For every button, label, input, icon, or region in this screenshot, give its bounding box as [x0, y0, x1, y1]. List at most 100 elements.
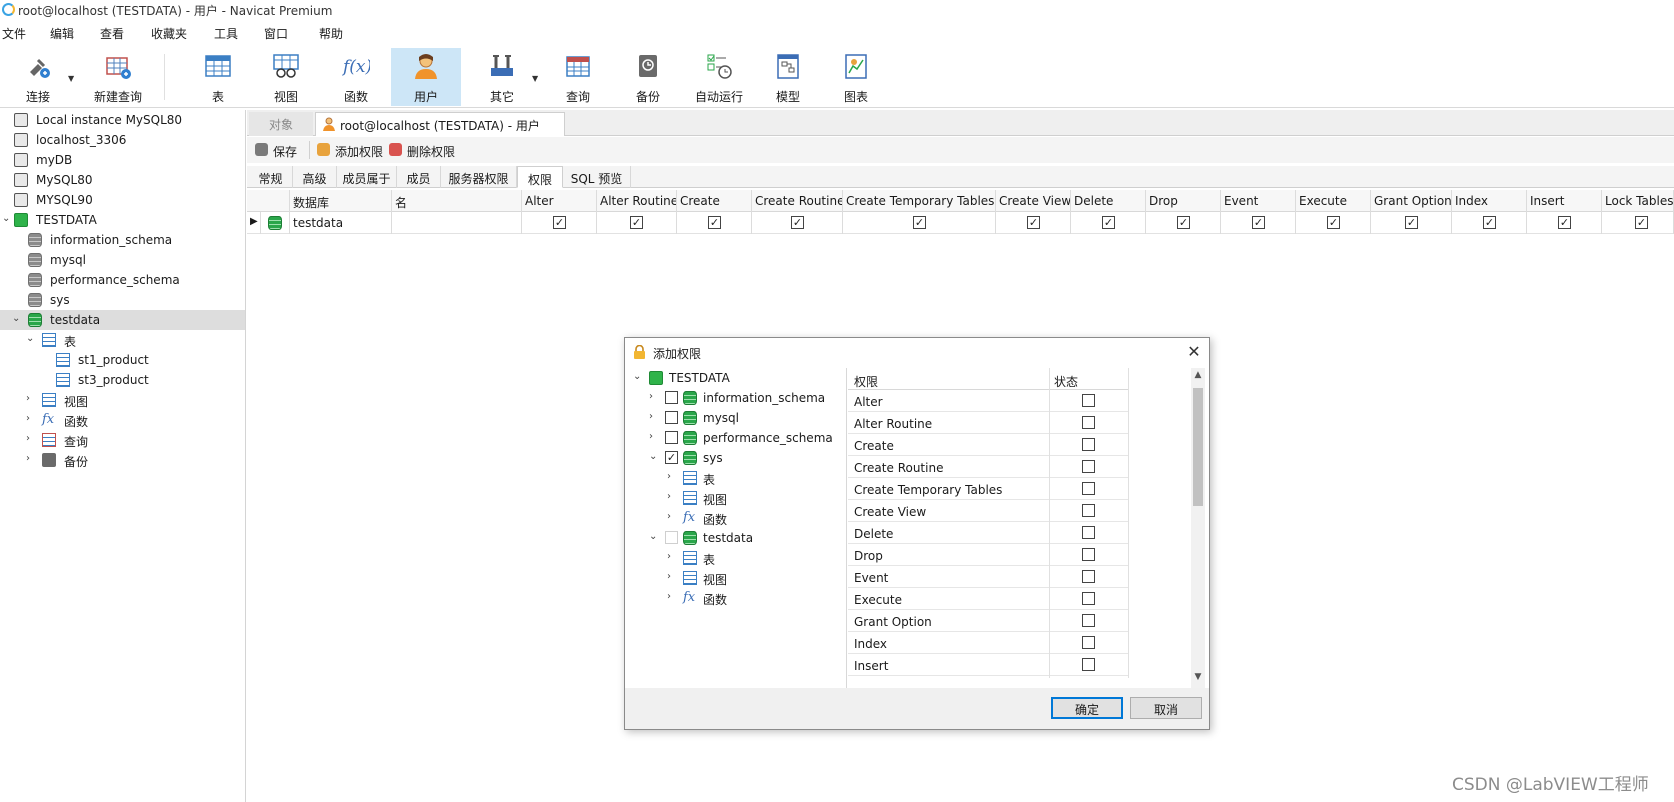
nav-queries-group[interactable]: › 查询: [0, 430, 245, 450]
chevron-right-icon[interactable]: ›: [667, 512, 677, 522]
nav-backups-group[interactable]: › 备份: [0, 450, 245, 470]
privilege-list-scrollbar[interactable]: ▲ ▼: [1191, 368, 1205, 688]
chevron-right-icon[interactable]: ›: [667, 492, 677, 502]
tab-advanced[interactable]: 高级: [293, 166, 337, 188]
privilege-row[interactable]: Alter Routine: [848, 412, 1128, 434]
column-header[interactable]: Delete: [1071, 190, 1146, 212]
add-privilege-button[interactable]: 添加权限: [335, 143, 383, 160]
privilege-row[interactable]: Create: [848, 434, 1128, 456]
chevron-down-icon[interactable]: ⌄: [649, 532, 659, 542]
privilege-status-checkbox[interactable]: [1082, 548, 1095, 561]
column-header[interactable]: Alter: [522, 190, 597, 212]
privilege-status-checkbox[interactable]: [1082, 614, 1095, 627]
tab-member-of[interactable]: 成员属于: [337, 166, 397, 188]
column-header[interactable]: Index: [1452, 190, 1527, 212]
privilege-status-checkbox[interactable]: [1082, 658, 1095, 671]
connect-dropdown-icon[interactable]: ▼: [68, 74, 74, 83]
privilege-checkbox[interactable]: ✓: [1635, 216, 1648, 229]
privilege-checkbox[interactable]: ✓: [630, 216, 643, 229]
nav-table[interactable]: st3_product: [0, 370, 245, 390]
chevron-right-icon[interactable]: ›: [667, 592, 677, 602]
status-column-header[interactable]: 状态: [1054, 373, 1078, 390]
privilege-status-checkbox[interactable]: [1082, 460, 1095, 473]
menu-edit[interactable]: 编辑: [50, 25, 74, 42]
scroll-down-icon[interactable]: ▼: [1191, 672, 1205, 686]
privilege-row[interactable]: Create Temporary Tables: [848, 478, 1128, 500]
chevron-right-icon[interactable]: ›: [649, 412, 659, 422]
privilege-status-checkbox[interactable]: [1082, 394, 1095, 407]
privilege-checkbox[interactable]: ✓: [1483, 216, 1496, 229]
toolbar-others-button[interactable]: 其它: [474, 48, 530, 106]
delete-privilege-button[interactable]: 删除权限: [407, 143, 455, 160]
nav-connection[interactable]: Local instance MySQL80: [0, 110, 245, 130]
tree-child[interactable]: › 表: [629, 548, 847, 568]
nav-database[interactable]: information_schema: [0, 230, 245, 250]
column-header[interactable]: Drop: [1146, 190, 1221, 212]
chevron-right-icon[interactable]: ›: [26, 414, 36, 424]
chevron-down-icon[interactable]: ⌄: [12, 314, 22, 324]
privilege-row[interactable]: Create View: [848, 500, 1128, 522]
privilege-checkbox[interactable]: ✓: [913, 216, 926, 229]
menu-help[interactable]: 帮助: [319, 25, 343, 42]
chevron-right-icon[interactable]: ›: [667, 572, 677, 582]
privilege-row[interactable]: Insert: [848, 654, 1128, 676]
toolbar-new-query-button[interactable]: 新建查询: [84, 48, 152, 106]
tab-sql-preview[interactable]: SQL 预览: [563, 166, 631, 188]
ok-button[interactable]: 确定: [1051, 697, 1123, 719]
tree-child[interactable]: › fx 函数: [629, 588, 847, 608]
column-header[interactable]: Insert: [1527, 190, 1602, 212]
nav-connection-testdata[interactable]: ⌄ TESTDATA: [0, 210, 245, 230]
privilege-row[interactable]: Create Routine: [848, 456, 1128, 478]
tree-database[interactable]: › performance_schema: [629, 428, 847, 448]
cell-database[interactable]: testdata: [290, 212, 392, 234]
toolbar-table-button[interactable]: 表: [190, 48, 246, 106]
privilege-checkbox[interactable]: ✓: [791, 216, 804, 229]
nav-connection[interactable]: MySQL80: [0, 170, 245, 190]
chevron-right-icon[interactable]: ›: [649, 432, 659, 442]
database-checkbox[interactable]: [665, 391, 678, 404]
privilege-status-checkbox[interactable]: [1082, 592, 1095, 605]
nav-functions-group[interactable]: › fx 函数: [0, 410, 245, 430]
chevron-right-icon[interactable]: ›: [667, 552, 677, 562]
nav-table[interactable]: st1_product: [0, 350, 245, 370]
others-dropdown-icon[interactable]: ▼: [532, 74, 538, 83]
nav-tables-group[interactable]: ⌄ 表: [0, 330, 245, 350]
chevron-down-icon[interactable]: ⌄: [649, 452, 659, 462]
chevron-right-icon[interactable]: ›: [667, 472, 677, 482]
privilege-status-checkbox[interactable]: [1082, 416, 1095, 429]
tree-child[interactable]: › 视图: [629, 568, 847, 588]
privilege-checkbox[interactable]: ✓: [708, 216, 721, 229]
database-checkbox[interactable]: [665, 431, 678, 444]
nav-connection[interactable]: localhost_3306: [0, 130, 245, 150]
column-header[interactable]: Lock Tables: [1602, 190, 1674, 212]
privilege-checkbox[interactable]: ✓: [1327, 216, 1340, 229]
tab-server-privileges[interactable]: 服务器权限: [441, 166, 517, 188]
menu-window[interactable]: 窗口: [264, 25, 288, 42]
nav-connection[interactable]: myDB: [0, 150, 245, 170]
tree-database[interactable]: › mysql: [629, 408, 847, 428]
privilege-status-checkbox[interactable]: [1082, 570, 1095, 583]
tree-root[interactable]: ⌄ TESTDATA: [629, 368, 847, 388]
column-header[interactable]: Event: [1221, 190, 1296, 212]
privilege-status-checkbox[interactable]: [1082, 438, 1095, 451]
column-header[interactable]: 数据库: [290, 190, 392, 212]
tree-database[interactable]: ⌄ ✓ sys: [629, 448, 847, 468]
tree-child[interactable]: › 表: [629, 468, 847, 488]
menu-view[interactable]: 查看: [100, 25, 124, 42]
privilege-row[interactable]: Drop: [848, 544, 1128, 566]
tree-database[interactable]: ⌄ testdata: [629, 528, 847, 548]
column-header[interactable]: Create Routine: [752, 190, 843, 212]
privilege-status-checkbox[interactable]: [1082, 636, 1095, 649]
toolbar-view-button[interactable]: 视图: [258, 48, 314, 106]
tree-database[interactable]: › information_schema: [629, 388, 847, 408]
save-button[interactable]: 保存: [273, 143, 297, 160]
tab-members[interactable]: 成员: [397, 166, 441, 188]
tree-child[interactable]: › fx 函数: [629, 508, 847, 528]
toolbar-model-button[interactable]: 模型: [760, 48, 816, 106]
tab-user-editor[interactable]: root@localhost (TESTDATA) - 用户: [315, 112, 565, 136]
toolbar-backup-button[interactable]: 备份: [620, 48, 676, 106]
column-header[interactable]: Alter Routine: [597, 190, 677, 212]
privilege-row[interactable]: Alter: [848, 390, 1128, 412]
privilege-status-checkbox[interactable]: [1082, 526, 1095, 539]
nav-database-testdata[interactable]: ⌄ testdata: [0, 310, 245, 330]
